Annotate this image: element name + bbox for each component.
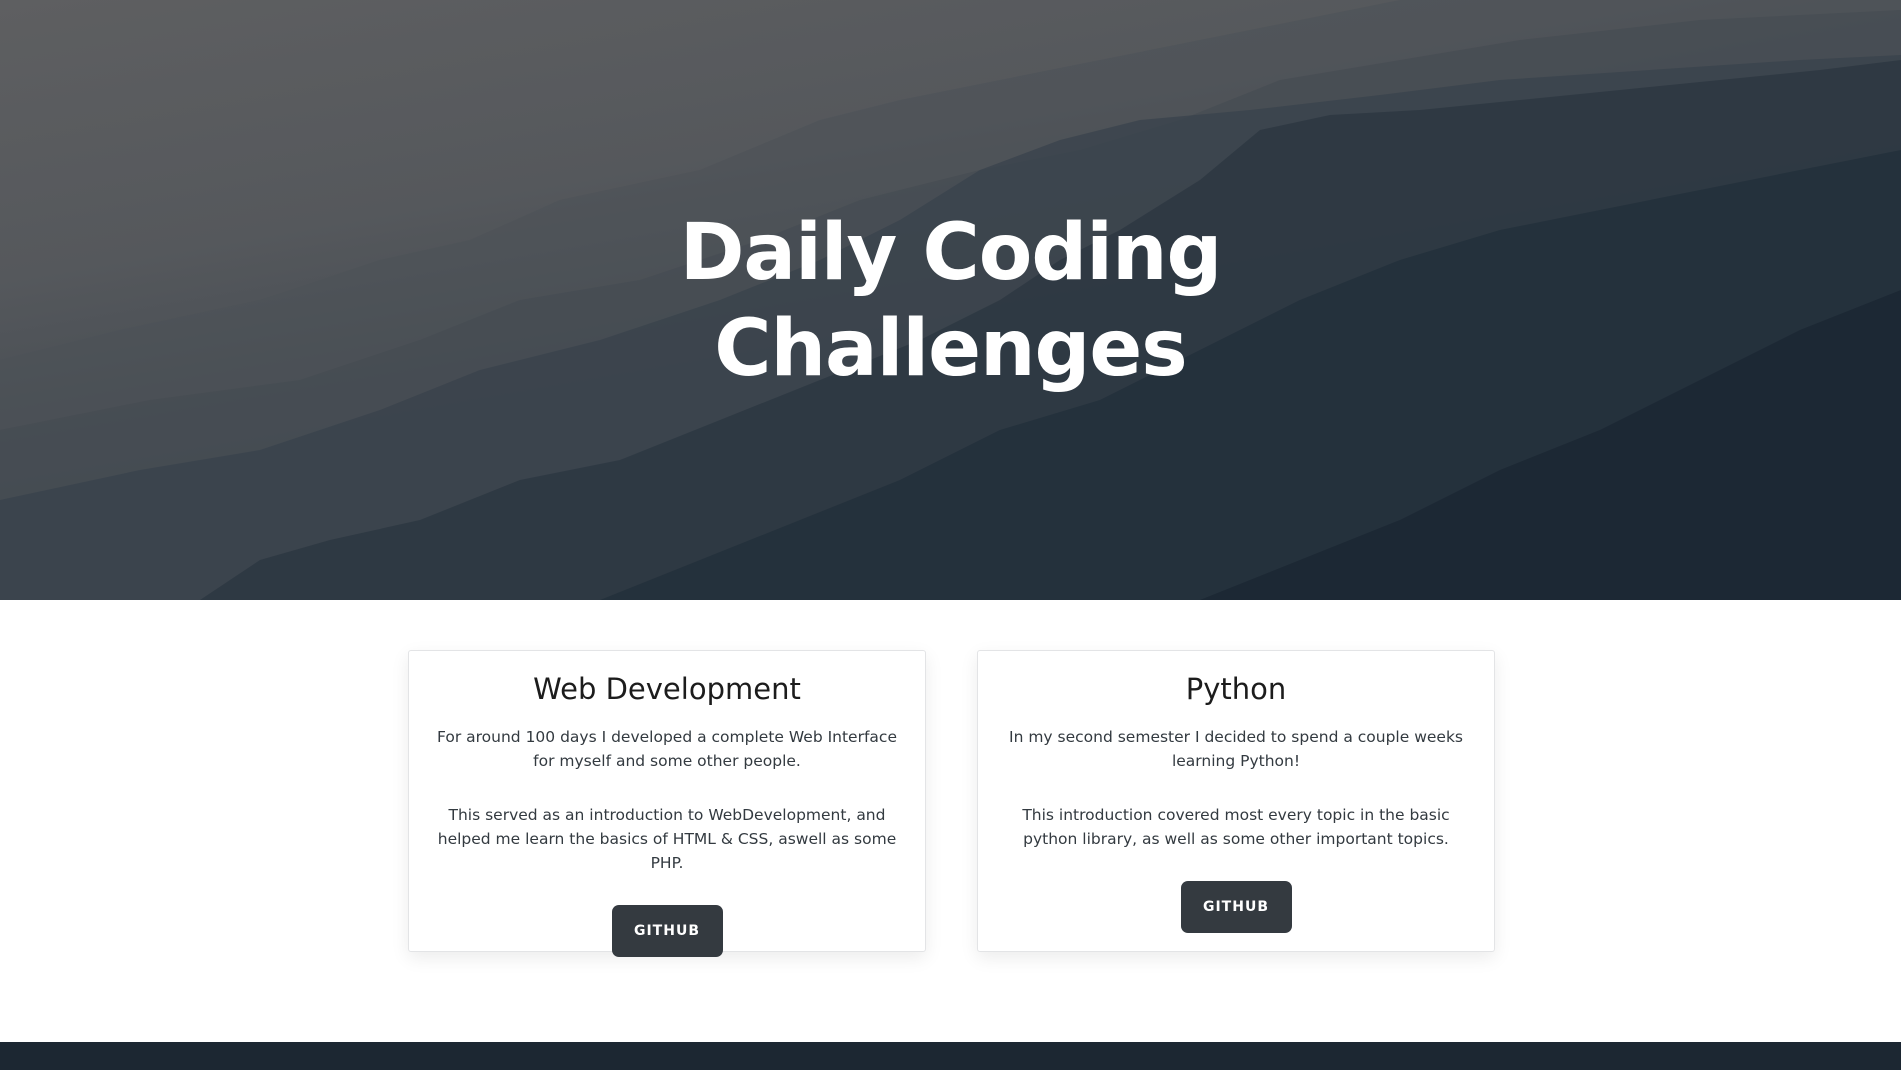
card-python: Python In my second semester I decided t… xyxy=(977,650,1495,952)
card-title: Python xyxy=(1185,672,1287,706)
github-button[interactable]: GITHUB xyxy=(611,905,723,957)
footer xyxy=(0,1042,1901,1070)
hero-banner: Daily Coding Challenges xyxy=(0,0,1901,600)
github-button[interactable]: GITHUB xyxy=(1180,881,1292,933)
card-description: In my second semester I decided to spend… xyxy=(1009,728,1463,770)
page-title-line-1: Daily Coding xyxy=(679,208,1223,298)
card-description: This introduction covered most every top… xyxy=(1022,806,1450,848)
page-title: Daily Coding Challenges xyxy=(0,205,1901,397)
card-title: Web Development xyxy=(533,672,801,706)
card-web-development: Web Development For around 100 days I de… xyxy=(408,650,926,957)
card-description: For around 100 days I developed a comple… xyxy=(437,728,897,770)
page-title-line-2: Challenges xyxy=(714,304,1187,394)
card-description: This served as an introduction to WebDev… xyxy=(437,806,897,872)
